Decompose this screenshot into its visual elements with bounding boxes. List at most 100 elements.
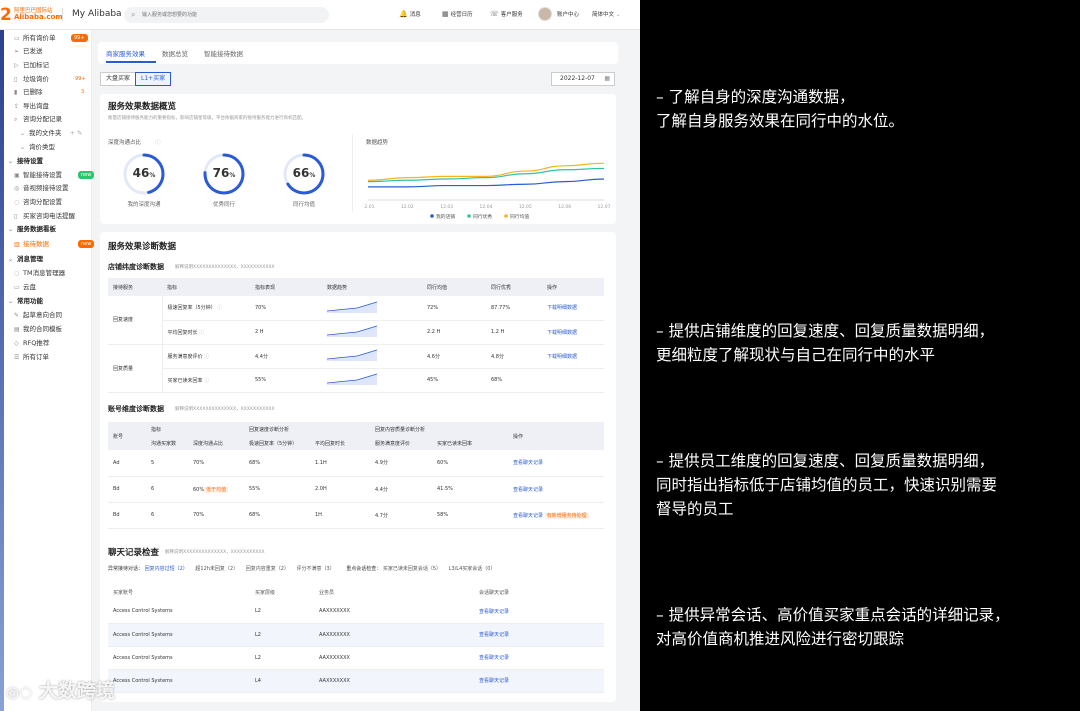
filter-option[interactable]: 超12h未回复（2）	[195, 566, 238, 572]
sidebar-item[interactable]: ◌ 咨询分配设置	[14, 196, 62, 208]
download-link[interactable]	[542, 368, 604, 393]
nav-calendar[interactable]: ▦ 经营日历	[442, 10, 473, 18]
filter-label: 重点会话检查：	[346, 566, 382, 572]
metric-cell: 买家已读未回率 ⓘ	[162, 368, 250, 393]
sidebar-item[interactable]: ▮ 已删除	[14, 86, 43, 98]
account-diagnosis-desc: 解释说明XXXXXXXXXXXXXX，XXXXXXXXXXX	[175, 407, 275, 412]
info-icon[interactable]: ⓘ	[155, 138, 161, 146]
tab-smart-reception[interactable]: 智能接待数据	[204, 48, 243, 58]
nav-label: 经营日历	[450, 12, 473, 18]
x-tick-label: 12.01	[364, 204, 375, 210]
search-box[interactable]: ⌕	[124, 7, 329, 23]
sidebar-item[interactable]: ◎ 音视频接待设置	[14, 182, 69, 194]
sidebar-item[interactable]: ➢ 已发送	[14, 45, 43, 57]
download-link[interactable]: 下载明细数据	[542, 344, 604, 369]
sidebar-item[interactable]: ⇪ 导出询盘	[14, 100, 49, 112]
sidebar-section[interactable]: ⌄ 消息管理	[8, 253, 43, 265]
sidebar-section[interactable]: ⌄ 服务数据看板	[8, 223, 56, 235]
sidebar-item[interactable]: ▯ 买家咨询电话提醒	[14, 210, 75, 222]
overview-desc: 衡量店铺接待服务能力的重要指标，影响店铺星等级。平台依据商家的接待服务能力进行商…	[108, 116, 306, 121]
watermark-icon: ◎◌	[6, 683, 33, 701]
add-icon[interactable]: + ✎	[70, 129, 83, 137]
view-chat-link[interactable]: 查看聊天记录	[474, 623, 604, 647]
tab-data-overview[interactable]: 数据总览	[162, 48, 188, 58]
sidebar-item[interactable]: ▣ 智能接待设置	[14, 169, 62, 181]
view-chat-link[interactable]: 查看聊天记录	[474, 669, 604, 693]
col-header: 账号	[108, 422, 146, 450]
best-cell: 4.8分	[486, 344, 542, 369]
sidebar-item[interactable]: ◌ TM消息管理器	[14, 267, 65, 279]
avatar[interactable]	[538, 7, 552, 21]
nav-customer-service[interactable]: ☏ 客户服务	[490, 10, 523, 18]
account-diagnosis-title: 账号维度诊断数据	[108, 405, 164, 413]
sidebar-section[interactable]: ⌄ 常用功能	[8, 295, 43, 307]
col-header: 指标表现	[250, 278, 322, 296]
tab-service-effect[interactable]: 商家服务效果	[106, 48, 145, 58]
filter-option[interactable]: L3/L4买家会话（0）	[449, 566, 496, 572]
filter-option[interactable]: 回复内容重复（2）	[246, 566, 289, 572]
download-link[interactable]: 下载明细数据	[542, 296, 604, 321]
alibaba-logo[interactable]: 2 阿里巴巴国际站 Alibaba.com	[0, 5, 63, 25]
filter-option-active[interactable]: 回复内容过短（2）	[145, 566, 188, 572]
sidebar-item[interactable]: ✎ 起草意向合同	[14, 309, 62, 321]
sidebar-item[interactable]: ⌄ 我的文件夹 + ✎	[20, 127, 82, 139]
chat-check-desc: 解释说明XXXXXXXXXXXXXX，XXXXXXXXXXX	[165, 550, 265, 555]
value-cell: 4.4分	[250, 344, 322, 369]
sidebar-item[interactable]: ⌄ 询价类型	[20, 141, 55, 153]
orders-icon: ☰	[14, 354, 20, 361]
ring-peer-average: 66%	[282, 152, 326, 196]
filter-l1-buyers[interactable]: L1+买家	[135, 72, 172, 86]
sidebar-item[interactable]: ◇ RFQ推荐	[14, 337, 49, 349]
table-row: 买家已读未回率 ⓘ 55% 45% 68%	[108, 368, 604, 393]
level-cell: L4	[250, 669, 314, 693]
nav-label: 客户服务	[500, 12, 523, 18]
count-badge: 99+	[75, 76, 86, 82]
sales-cell: AAXXXXXXX	[314, 623, 474, 647]
value-cell: 55%	[250, 368, 322, 393]
sidebar-item[interactable]: ▤ 我的合同模板	[14, 323, 62, 335]
download-link[interactable]: 下载明细数据	[542, 320, 604, 345]
search-input[interactable]	[142, 9, 322, 21]
x-tick-label: 12.03	[440, 204, 453, 210]
filter-option[interactable]: 买家已读未回复会话（5）	[383, 566, 441, 572]
best-cell: 87.77%	[486, 296, 542, 321]
sidebar-item-label: 音视频接待设置	[23, 184, 69, 192]
sparkline-cell	[322, 368, 422, 393]
satisfaction-cell: 4.4分	[370, 476, 432, 503]
nav-messages[interactable]: 🔔 消息	[399, 10, 421, 18]
view-chat-link[interactable]: 查看聊天记录	[508, 450, 604, 477]
view-chat-link[interactable]: 查看聊天记录	[474, 646, 604, 670]
filter-option[interactable]: 评分不满意（3）	[296, 566, 334, 572]
sidebar-item[interactable]: ▯ 垃圾询价	[14, 73, 49, 85]
table-row: Access Control Systems L2 AAXXXXXXX 查看聊天记录	[108, 646, 604, 670]
caption-line: – 提供店铺维度的回复速度、回复质量数据明细，	[656, 322, 995, 340]
col-header: 同行优秀	[486, 278, 542, 296]
sidebar-item-label: 导出询盘	[23, 102, 49, 110]
sales-cell: AAXXXXXXX	[314, 600, 474, 624]
sidebar-item-label: 已删除	[23, 88, 43, 96]
view-chat-link[interactable]: 查看聊天记录	[513, 513, 543, 519]
sidebar-item-active[interactable]: ▥ 接待数据	[14, 238, 49, 250]
col-header: 同行均值	[422, 278, 486, 296]
sidebar-section[interactable]: ⌄ 接待设置	[8, 155, 43, 167]
date-picker[interactable]: 2022-12-07 ▦	[551, 72, 615, 86]
send-icon: ➢	[14, 48, 20, 55]
message-icon: ◌	[14, 270, 20, 277]
filter-all-buyers[interactable]: 大盘买家	[100, 72, 137, 86]
sidebar-item[interactable]: ▷ 已加标记	[14, 59, 49, 71]
tab-bar: 商家服务效果 数据总览 智能接待数据	[98, 42, 618, 64]
view-chat-link[interactable]: 查看聊天记录	[508, 476, 604, 503]
filter-label: 异常接待对话：	[108, 566, 144, 572]
nav-language[interactable]: 简体中文 ⌄	[592, 10, 620, 18]
sidebar-item[interactable]: ▭ 所有询价单	[14, 32, 56, 44]
sidebar-item[interactable]: ▭ 云盘	[14, 281, 36, 293]
diagnosis-card: 服务效果诊断数据 店铺纬度诊断数据 解释说明XXXXXXXXXXXXXX，XXX…	[100, 232, 616, 702]
col-header: 买家账号	[108, 584, 250, 600]
sidebar-item[interactable]: ⌕ 咨询分配记录	[14, 113, 62, 125]
x-tick-label: 12.04	[480, 204, 493, 210]
sidebar-item[interactable]: ☰ 所有订单	[14, 351, 49, 363]
rate-cell: 68%	[244, 450, 310, 477]
nav-account[interactable]: 账户中心	[557, 10, 579, 18]
view-chat-link[interactable]: 查看聊天记录	[474, 600, 604, 624]
shop-diagnosis-title: 店铺纬度诊断数据	[108, 263, 164, 271]
